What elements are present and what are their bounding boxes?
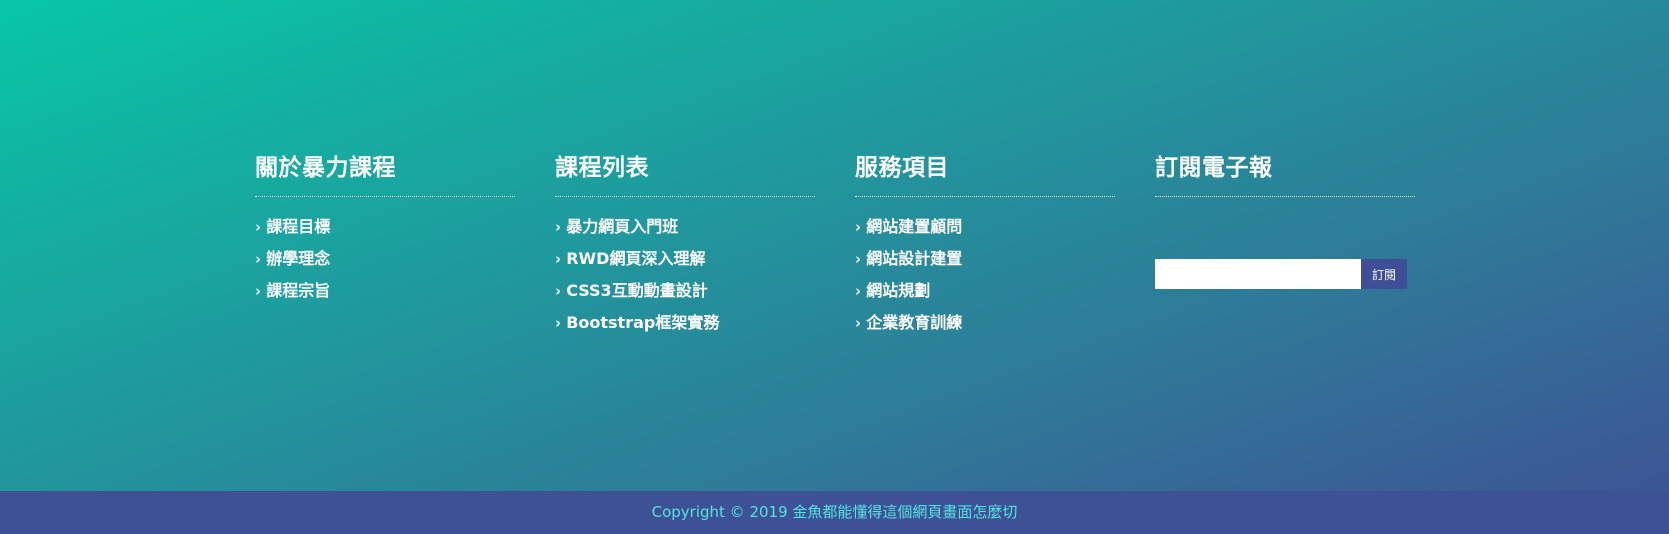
chevron-right-icon: ›: [855, 250, 862, 268]
column-title: 服務項目: [855, 152, 1115, 197]
column-courses: 課程列表 › 暴力網頁入門班 › RWD網頁深入理解 › CSS3互動動畫設計 › Bo…: [555, 152, 815, 339]
link-rwd[interactable]: RWD網頁深入理解: [566, 249, 705, 268]
list-item[interactable]: › CSS3互動動畫設計: [555, 275, 815, 307]
link-list: › 課程目標 › 辦學理念 › 課程宗旨: [255, 211, 515, 307]
list-item[interactable]: › 網站設計建置: [855, 243, 1115, 275]
copyright-bar: Copyright © 2019 金魚都能懂得這個網頁畫面怎麼切: [0, 491, 1669, 534]
copyright-text: Copyright © 2019 金魚都能懂得這個網頁畫面怎麼切: [651, 503, 1018, 521]
list-item[interactable]: › 課程宗旨: [255, 275, 515, 307]
list-item[interactable]: › 企業教育訓練: [855, 307, 1115, 339]
footer-main: 關於暴力課程 › 課程目標 › 辦學理念 › 課程宗旨 課程列表 › 暴力網頁入門班 ›…: [0, 0, 1669, 491]
chevron-right-icon: ›: [855, 218, 862, 236]
column-services: 服務項目 › 網站建置顧問 › 網站設計建置 › 網站規劃 › 企業教育訓練: [855, 152, 1115, 339]
link-list: › 暴力網頁入門班 › RWD網頁深入理解 › CSS3互動動畫設計 › Bootstr…: [555, 211, 815, 339]
chevron-right-icon: ›: [555, 218, 562, 236]
column-title: 訂閱電子報: [1155, 152, 1415, 197]
list-item[interactable]: › RWD網頁深入理解: [555, 243, 815, 275]
column-title: 課程列表: [555, 152, 815, 197]
list-item[interactable]: › 暴力網頁入門班: [555, 211, 815, 243]
chevron-right-icon: ›: [555, 314, 562, 332]
link-course-purpose[interactable]: 課程宗旨: [266, 281, 330, 300]
chevron-right-icon: ›: [855, 314, 862, 332]
list-item[interactable]: › Bootstrap框架實務: [555, 307, 815, 339]
page: 關於暴力課程 › 課程目標 › 辦學理念 › 課程宗旨 課程列表 › 暴力網頁入門班 ›…: [0, 0, 1669, 534]
link-corp-training[interactable]: 企業教育訓練: [866, 313, 962, 332]
chevron-right-icon: ›: [855, 282, 862, 300]
chevron-right-icon: ›: [255, 218, 262, 236]
column-title: 關於暴力課程: [255, 152, 515, 197]
link-site-design[interactable]: 網站設計建置: [866, 249, 962, 268]
list-item[interactable]: › 網站建置顧問: [855, 211, 1115, 243]
list-item[interactable]: › 網站規劃: [855, 275, 1115, 307]
link-site-consult[interactable]: 網站建置顧問: [866, 217, 962, 236]
link-css3[interactable]: CSS3互動動畫設計: [566, 281, 708, 300]
email-input[interactable]: [1155, 259, 1361, 289]
chevron-right-icon: ›: [555, 250, 562, 268]
link-bootstrap[interactable]: Bootstrap框架實務: [566, 313, 719, 332]
link-web-intro[interactable]: 暴力網頁入門班: [566, 217, 678, 236]
link-course-goal[interactable]: 課程目標: [266, 217, 330, 236]
chevron-right-icon: ›: [555, 282, 562, 300]
link-philosophy[interactable]: 辦學理念: [266, 249, 330, 268]
column-newsletter: 訂閱電子報 訂閱: [1155, 152, 1415, 339]
link-list: › 網站建置顧問 › 網站設計建置 › 網站規劃 › 企業教育訓練: [855, 211, 1115, 339]
link-site-planning[interactable]: 網站規劃: [866, 281, 930, 300]
chevron-right-icon: ›: [255, 282, 262, 300]
list-item[interactable]: › 辦學理念: [255, 243, 515, 275]
column-about: 關於暴力課程 › 課程目標 › 辦學理念 › 課程宗旨: [255, 152, 515, 339]
subscribe-button[interactable]: 訂閱: [1361, 259, 1407, 289]
list-item[interactable]: › 課程目標: [255, 211, 515, 243]
footer-columns: 關於暴力課程 › 課程目標 › 辦學理念 › 課程宗旨 課程列表 › 暴力網頁入門班 ›…: [255, 152, 1415, 339]
chevron-right-icon: ›: [255, 250, 262, 268]
subscribe-form: 訂閱: [1155, 259, 1415, 289]
